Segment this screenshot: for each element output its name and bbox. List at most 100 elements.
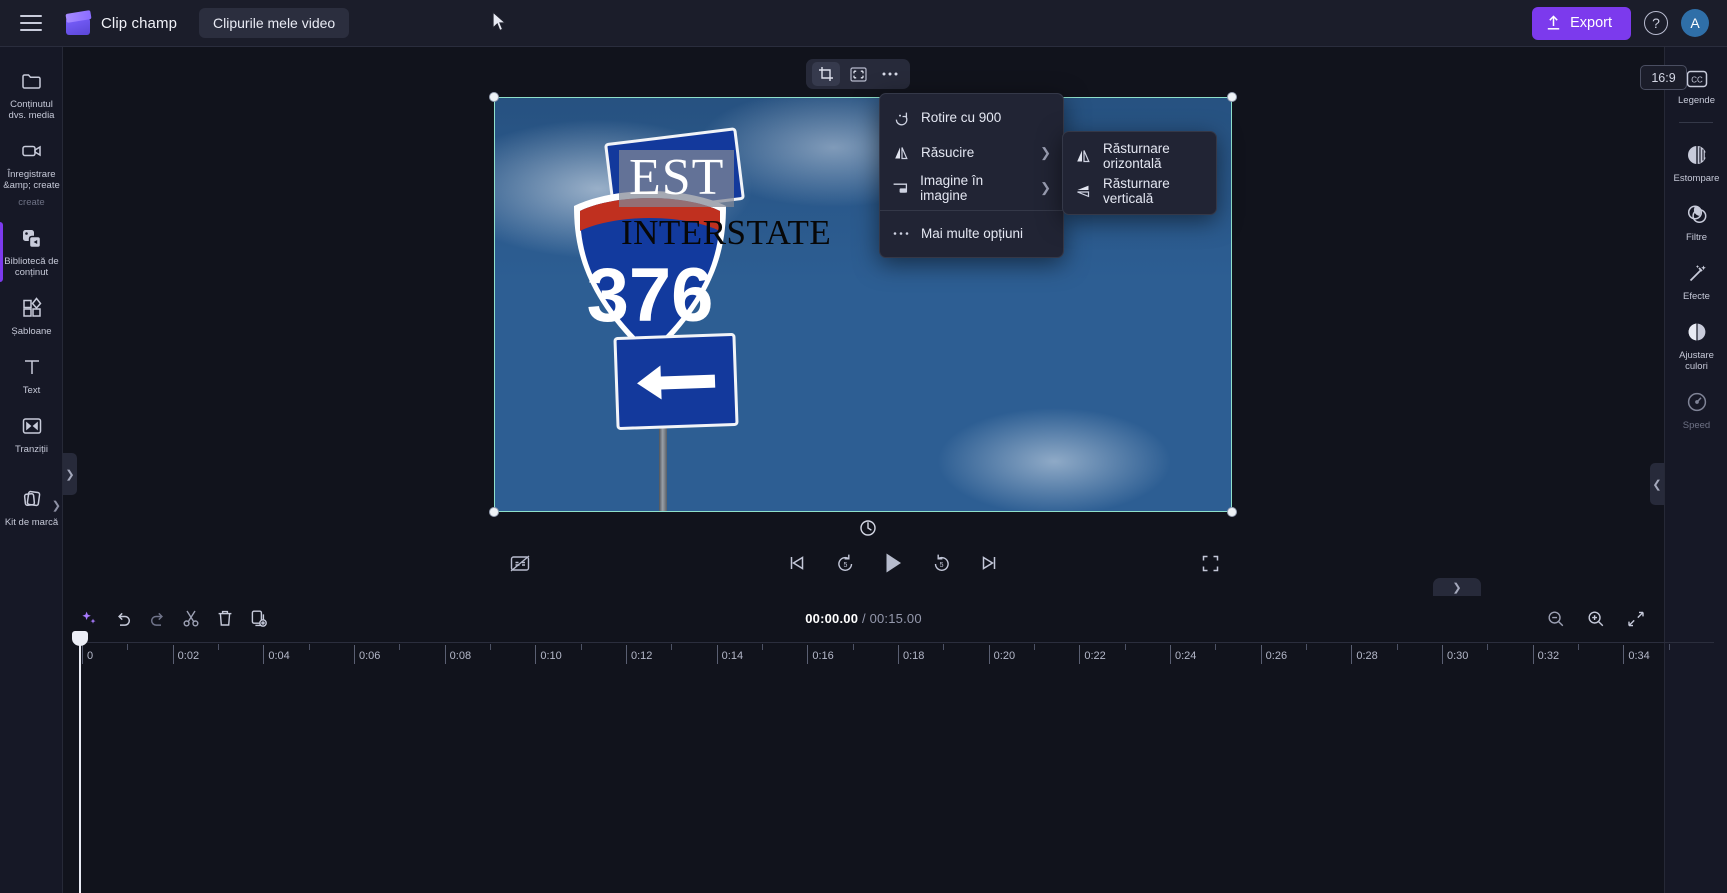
play-button[interactable] bbox=[876, 548, 910, 578]
context-menu-item-flip[interactable]: Răsucire ❯ bbox=[880, 135, 1063, 170]
sidebar-item-label: Estompare bbox=[1673, 173, 1720, 184]
sidebar-item-label: Ajustare culori bbox=[1679, 350, 1714, 372]
rotate-icon bbox=[859, 519, 876, 536]
ruler-minor-tick-bar bbox=[671, 644, 673, 650]
captions-toggle-button[interactable] bbox=[503, 548, 537, 578]
context-menu-item-pip[interactable]: Imagine în imagine ❯ bbox=[880, 170, 1063, 205]
ruler-tick-label: 0:30 bbox=[1447, 650, 1469, 662]
sidebar-item-brand-kit[interactable]: Kit de marcă ❯ bbox=[0, 477, 63, 536]
context-menu-item-more-options[interactable]: Mai multe opțiuni bbox=[880, 216, 1063, 251]
fullscreen-icon bbox=[1202, 555, 1218, 571]
sidebar-item-templates[interactable]: Șabloane bbox=[0, 286, 63, 345]
collapse-left-panel-button[interactable]: ❯ bbox=[63, 453, 77, 495]
ruler-tick-label: 0:34 bbox=[1628, 650, 1650, 662]
resize-handle-bl[interactable] bbox=[489, 507, 499, 517]
playhead[interactable] bbox=[72, 631, 88, 893]
submenu-item-flip-vertical[interactable]: Răsturnare verticală bbox=[1063, 173, 1216, 208]
submenu-item-flip-horizontal[interactable]: Răsturnare orizontală bbox=[1063, 138, 1216, 173]
ruler-tick-label: 0:04 bbox=[268, 650, 290, 662]
sidebar-item-effects[interactable]: Efecte bbox=[1665, 251, 1727, 310]
mouse-cursor-icon bbox=[492, 11, 508, 32]
sidebar-item-label: Bibliotecă de conținut bbox=[4, 256, 59, 278]
ruler-minor-tick-bar bbox=[1578, 644, 1579, 650]
ellipsis-icon bbox=[892, 231, 909, 236]
duplicate-icon bbox=[251, 610, 267, 627]
delete-button[interactable] bbox=[209, 605, 241, 633]
sidebar-item-text[interactable]: Text bbox=[0, 345, 63, 404]
ruler-tick-bar bbox=[1532, 645, 1534, 664]
rewind-5-icon: 5 bbox=[837, 554, 852, 571]
playback-controls: 5 5 bbox=[63, 535, 1664, 591]
redo-button[interactable] bbox=[141, 605, 173, 633]
sidebar-item-label: Kit de marcă bbox=[4, 517, 59, 528]
ruler-minor-tick-bar bbox=[490, 644, 491, 650]
ruler-tick-label: 0:18 bbox=[903, 650, 925, 662]
fullscreen-button[interactable] bbox=[1193, 548, 1227, 578]
ai-sparkle-icon bbox=[82, 611, 96, 624]
context-submenu-flip: Răsturnare orizontală Răsturnare vertica… bbox=[1062, 131, 1217, 215]
ruler-tick-label: 0:26 bbox=[1265, 650, 1288, 662]
zoom-out-button[interactable] bbox=[1540, 605, 1572, 633]
chevron-right-icon[interactable]: ❯ bbox=[52, 499, 61, 512]
ruler-minor-tick-bar bbox=[580, 644, 582, 650]
ruler-tick-bar bbox=[898, 645, 899, 664]
collapse-preview-button[interactable]: ❯ bbox=[1433, 578, 1481, 596]
top-bar: Clip champ Clipurile mele video Export ?… bbox=[0, 0, 1727, 47]
flip-vertical-icon bbox=[1075, 183, 1091, 199]
ruler-minor-tick-bar bbox=[1034, 644, 1035, 650]
sidebar-item-blur[interactable]: Estompare bbox=[1665, 133, 1727, 192]
undo-button[interactable] bbox=[107, 605, 139, 633]
crop-button[interactable] bbox=[812, 62, 840, 86]
avatar[interactable]: A bbox=[1681, 9, 1709, 37]
undo-icon bbox=[117, 612, 130, 626]
fit-timeline-button[interactable] bbox=[1620, 605, 1652, 633]
collapse-right-panel-button[interactable]: ❮ bbox=[1650, 463, 1664, 505]
aspect-ratio-badge[interactable]: 16:9 bbox=[1640, 65, 1687, 90]
sidebar-item-transitions[interactable]: Tranziții bbox=[0, 404, 63, 463]
skip-to-start-button[interactable] bbox=[780, 548, 814, 578]
sidebar-item-record-create[interactable]: Înregistrare &amp; create create bbox=[0, 129, 63, 216]
help-circle-icon[interactable]: ? bbox=[1644, 11, 1668, 35]
project-tab-label: Clipurile mele video bbox=[213, 15, 336, 31]
context-menu-item-label: Rotire cu 900 bbox=[921, 110, 1002, 125]
ruler-tick-label: 0:14 bbox=[721, 650, 744, 662]
resize-handle-tr[interactable] bbox=[1227, 92, 1237, 102]
rotate-handle[interactable] bbox=[857, 517, 878, 538]
rewind-5-button[interactable]: 5 bbox=[828, 548, 862, 578]
zoom-in-button[interactable] bbox=[1580, 605, 1612, 633]
skip-to-end-button[interactable] bbox=[972, 548, 1006, 578]
playhead-handle[interactable] bbox=[72, 631, 88, 646]
hamburger-icon[interactable] bbox=[20, 15, 42, 31]
ruler-tick-label: 0:08 bbox=[449, 650, 472, 662]
submenu-item-label: Răsturnare orizontală bbox=[1103, 140, 1170, 171]
ai-button[interactable] bbox=[73, 605, 105, 633]
app-logo[interactable]: Clip champ bbox=[64, 10, 177, 36]
sidebar-item-color-adjust[interactable]: Ajustare culori bbox=[1665, 310, 1727, 380]
sidebar-item-content-library[interactable]: Bibliotecă de conținut bbox=[0, 216, 63, 286]
forward-5-button[interactable]: 5 bbox=[924, 548, 958, 578]
sidebar-item-filters[interactable]: Filtre bbox=[1665, 192, 1727, 251]
resize-handle-br[interactable] bbox=[1227, 507, 1237, 517]
sidebar-item-speed[interactable]: Speed bbox=[1665, 380, 1727, 439]
ruler-minor-tick-bar bbox=[1215, 644, 1217, 650]
time-separator: / bbox=[861, 611, 866, 626]
export-button[interactable]: Export bbox=[1532, 6, 1631, 40]
timeline: 00:00.00 / 00:15.00 0 0:02 0:04 0:06 0:0… bbox=[0, 600, 1727, 893]
context-menu-item-rotate[interactable]: Rotire cu 900 bbox=[880, 100, 1063, 135]
overlay-text-interstate[interactable]: INTERSTATE bbox=[621, 213, 831, 253]
ruler-tick-bar bbox=[535, 645, 537, 664]
split-button[interactable] bbox=[175, 605, 207, 633]
sidebar-item-label: Filtre bbox=[1685, 232, 1708, 243]
ruler-minor-tick-bar bbox=[399, 644, 401, 650]
project-tab[interactable]: Clipurile mele video bbox=[199, 8, 508, 38]
sidebar-item-media[interactable]: Conținutul dvs. media bbox=[0, 59, 63, 129]
duplicate-button[interactable] bbox=[243, 605, 275, 633]
trash-icon bbox=[218, 610, 232, 626]
more-button[interactable] bbox=[876, 62, 904, 86]
overlay-text-est[interactable]: EST bbox=[619, 150, 735, 207]
ruler-tick-label: 0:02 bbox=[177, 650, 200, 662]
timeline-ruler[interactable]: 0 0:02 0:04 0:06 0:08 0:10 0:12 0:14 0:16 0:18 0:2… bbox=[82, 642, 1714, 668]
resize-handle-tl[interactable] bbox=[489, 92, 499, 102]
ruler-minor-tick-bar bbox=[1124, 644, 1126, 650]
fit-button[interactable] bbox=[844, 62, 872, 86]
